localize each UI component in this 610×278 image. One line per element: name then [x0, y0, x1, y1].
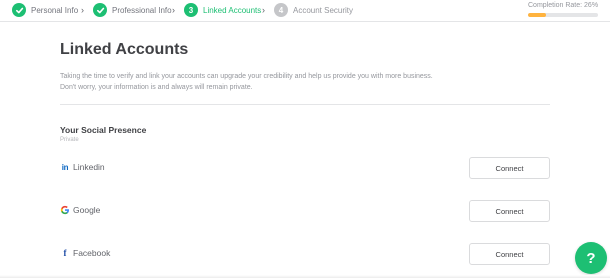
- account-name: Linkedin: [73, 162, 105, 172]
- account-name: Google: [73, 205, 101, 215]
- connect-linkedin-button[interactable]: Connect: [469, 157, 550, 179]
- completion-rate: Completion Rate: 26%: [528, 2, 598, 17]
- intro-text: Taking the time to verify and link your …: [60, 71, 500, 93]
- google-icon: [60, 205, 70, 215]
- intro-line: Taking the time to verify and link your …: [60, 73, 433, 80]
- help-button[interactable]: ?: [575, 242, 607, 274]
- section-subtitle: Private: [60, 137, 79, 143]
- step-account-security[interactable]: 4 Account Security: [274, 2, 353, 18]
- step-label: Professional Info: [112, 5, 172, 15]
- step-label: Personal Info: [31, 5, 79, 15]
- account-row-facebook: f Facebook Connect: [60, 243, 550, 265]
- completion-label: Completion Rate: 26%: [528, 2, 599, 9]
- section-title: Your Social Presence: [60, 125, 147, 135]
- account-row-linkedin: in Linkedin Connect: [60, 157, 550, 179]
- step-professional-info[interactable]: Professional Info: [93, 2, 172, 18]
- completion-bar: [528, 13, 598, 17]
- chevron-right-icon: ›: [81, 5, 84, 15]
- step-label: Account Security: [293, 5, 354, 15]
- facebook-icon: f: [63, 248, 67, 258]
- intro-line: Don't worry, your information is and alw…: [60, 84, 253, 91]
- chevron-right-icon: ›: [262, 5, 265, 15]
- account-row-google: Google Connect: [60, 200, 550, 222]
- page-title: Linked Accounts: [60, 41, 189, 58]
- linkedin-icon: in: [61, 162, 69, 172]
- connect-facebook-button[interactable]: Connect: [469, 243, 550, 265]
- connect-google-button[interactable]: Connect: [469, 200, 550, 222]
- step-personal-info[interactable]: Personal Info: [12, 2, 78, 18]
- divider: [60, 104, 550, 105]
- account-name: Facebook: [73, 248, 111, 258]
- step-number: 4: [274, 3, 288, 17]
- progress-header: Personal Info › Professional Info › 3 Li…: [0, 0, 610, 22]
- question-mark-icon: ?: [586, 249, 596, 267]
- step-label: Linked Accounts: [203, 5, 262, 15]
- check-icon: [93, 3, 107, 17]
- step-linked-accounts[interactable]: 3 Linked Accounts: [184, 2, 261, 18]
- completion-bar-fill: [528, 13, 547, 17]
- step-number: 3: [184, 3, 198, 17]
- chevron-right-icon: ›: [172, 5, 175, 15]
- check-icon: [12, 3, 26, 17]
